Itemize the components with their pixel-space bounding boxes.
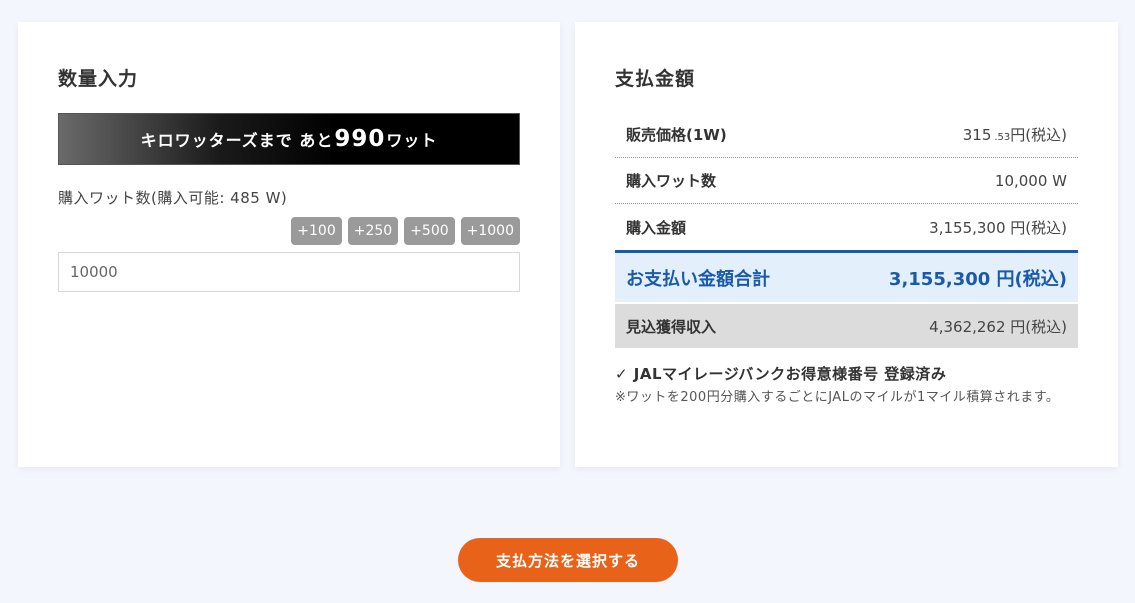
remaining-watts-banner: キロワッターズまで あと 990 ワット <box>58 113 520 165</box>
price-row: 販売価格(1W) 315.53円(税込) <box>615 112 1078 158</box>
price-value: 315.53円(税込) <box>962 126 1067 144</box>
amount-label: 購入金額 <box>626 218 687 237</box>
jal-mileage-info: ✓ JALマイレージバンクお得意様番号 登録済み ※ワットを200円分購入するご… <box>615 363 1080 408</box>
add-500-button[interactable]: +500 <box>404 217 455 245</box>
quantity-title: 数量入力 <box>58 68 139 90</box>
price-table: 販売価格(1W) 315.53円(税込) 購入ワット数 10,000 W 購入金… <box>615 112 1078 348</box>
income-label: 見込獲得収入 <box>626 317 717 336</box>
income-value: 4,362,262 円(税込) <box>929 317 1067 336</box>
select-payment-method-button[interactable]: 支払方法を選択する <box>458 538 678 582</box>
increment-buttons: +100 +250 +500 +1000 <box>291 217 520 245</box>
payment-card: 支払金額 販売価格(1W) 315.53円(税込) 購入ワット数 10,000 … <box>575 22 1118 467</box>
watts-row: 購入ワット数 10,000 W <box>615 158 1078 204</box>
price-label: 販売価格(1W) <box>626 126 727 144</box>
total-value: 3,155,300 円(税込) <box>888 268 1067 290</box>
add-100-button[interactable]: +100 <box>291 217 342 245</box>
add-250-button[interactable]: +250 <box>347 217 399 245</box>
jal-mileage-note: ※ワットを200円分購入するごとにJALのマイルが1マイル積算されます。 <box>615 390 1060 405</box>
banner-number: 990 <box>334 126 386 152</box>
amount-value: 3,155,300 円(税込) <box>929 218 1067 237</box>
watts-value: 10,000 W <box>994 171 1067 190</box>
watts-quantity-input[interactable] <box>58 252 520 292</box>
banner-prefix: キロワッターズまで あと <box>140 131 334 150</box>
watts-label: 購入ワット数 <box>626 172 717 190</box>
total-row: お支払い金額合計 3,155,300 円(税込) <box>615 250 1078 302</box>
total-label: お支払い金額合計 <box>626 268 770 290</box>
income-row: 見込獲得収入 4,362,262 円(税込) <box>615 304 1078 348</box>
amount-row: 購入金額 3,155,300 円(税込) <box>615 204 1078 250</box>
quantity-card: 数量入力 キロワッターズまで あと 990 ワット 購入ワット数(購入可能: 4… <box>18 22 560 467</box>
payment-title: 支払金額 <box>615 68 696 90</box>
banner-suffix: ワット <box>386 131 438 150</box>
add-1000-button[interactable]: +1000 <box>460 217 520 245</box>
jal-registered-status: ✓ JALマイレージバンクお得意様番号 登録済み <box>615 365 947 383</box>
purchase-watts-label: 購入ワット数(購入可能: 485 W) <box>58 189 288 207</box>
